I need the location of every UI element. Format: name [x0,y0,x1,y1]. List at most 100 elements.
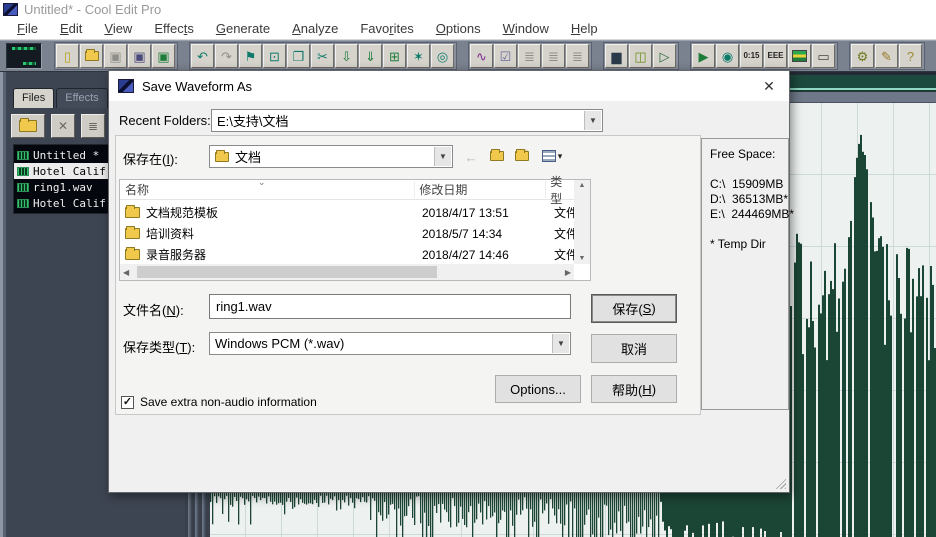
frequency-window-icon[interactable]: EEE [764,44,787,68]
new-file-icon[interactable]: ▯ [56,44,79,68]
menu-file[interactable]: File [6,20,49,37]
menu-view[interactable]: View [93,20,143,37]
play-list-icon[interactable]: ≣ [566,44,589,68]
settings-check-icon[interactable]: ☑ [494,44,517,68]
save-in-label: 保存在(I): [123,149,178,168]
organizer-window-icon[interactable]: ◫ [629,44,652,68]
cue-range-icon[interactable]: ≣ [542,44,565,68]
folder-icon [125,207,140,218]
waveform-thumb-icon [23,62,36,65]
cut-icon[interactable]: ✂ [311,44,334,68]
crop-icon[interactable]: ⊡ [263,44,286,68]
save-button[interactable]: 保存(S) [591,294,677,323]
waveform-file-icon [17,199,29,208]
settings-gear-icon[interactable]: ⚙ [851,44,874,68]
undo-icon[interactable]: ↶ [191,44,214,68]
close-file-button[interactable]: ✕ [51,114,75,138]
options-button[interactable]: Options... [495,375,581,403]
chevron-down-icon[interactable]: ▼ [552,334,569,353]
save-waveform-dialog: Save Waveform As ✕ Recent Folders: E:\支持… [108,70,790,493]
dialog-close-button[interactable]: ✕ [749,71,789,101]
tab-files[interactable]: Files [13,88,54,108]
chevron-down-icon[interactable]: ▼ [434,147,451,166]
folder-row[interactable]: 录音服务器2018/4/27 14:46文件 [120,244,574,265]
play-icon[interactable]: ▶ [692,44,715,68]
chevron-down-icon[interactable]: ▼ [584,111,601,130]
view-toggle-button[interactable] [6,43,42,69]
help-icon[interactable]: ? [899,44,922,68]
folder-listbox[interactable]: ⌄ 名称 修改日期 类型 文档规范模板2018/4/17 13:51文件培训资料… [119,179,591,281]
tab-effects[interactable]: Effects [56,88,107,108]
column-name[interactable]: 名称 [120,181,415,198]
horizontal-scrollbar[interactable]: ◀▶ [120,264,574,280]
menu-analyze[interactable]: Analyze [281,20,349,37]
column-date-modified[interactable]: 修改日期 [415,181,546,198]
temp-dir-note: * Temp Dir [710,237,788,251]
redo-icon[interactable]: ↷ [215,44,238,68]
drive-free-space: D:\ 36513MB* [710,192,788,206]
marker-icon[interactable]: ⚑ [239,44,262,68]
menu-window[interactable]: Window [492,20,560,37]
file-properties-button[interactable]: ≣ [81,114,105,138]
scripts-icon[interactable]: ✎ [875,44,898,68]
waveform-file-icon [17,183,29,192]
time-window-icon[interactable]: 0:15 [740,44,763,68]
window-title: Untitled* - Cool Edit Pro [24,2,161,17]
file-name-input[interactable]: ring1.wav [209,294,571,319]
help-button[interactable]: 帮助(H) [591,375,677,403]
recent-folders-combobox[interactable]: E:\支持\文档 ▼ [211,109,603,132]
playlist-window-icon[interactable]: ▷ [653,44,676,68]
app-logo-icon [3,3,18,16]
zoom-icon[interactable]: ◉ [716,44,739,68]
cancel-button[interactable]: 取消 [591,334,677,363]
up-one-level-icon[interactable]: ⇧ [485,145,507,167]
file-name-label: 文件名(N): [123,300,184,319]
mix-paste-icon[interactable]: ⇓ [359,44,382,68]
dialog-titlebar: Save Waveform As [109,71,789,101]
scroll-right-icon: ▶ [565,268,571,277]
folder-row[interactable]: 培训资料2018/5/7 14:34文件 [120,223,574,244]
save-extra-info-checkbox[interactable]: ✓ Save extra non-audio information [121,395,317,409]
save-type-value: Windows PCM (*.wav) [215,336,344,351]
save-file-icon[interactable]: ▣ [104,44,127,68]
folder-icon [125,228,140,239]
menu-favorites[interactable]: Favorites [349,20,424,37]
cue-list-icon[interactable]: ≣ [518,44,541,68]
folder-row[interactable]: 文档规范模板2018/4/17 13:51文件 [120,202,574,223]
menu-effects[interactable]: Effects [143,20,205,37]
menu-help[interactable]: Help [560,20,609,37]
status-bar-icon[interactable]: ▭ [812,44,835,68]
convert-sample-type-icon[interactable]: ⊞ [383,44,406,68]
save-selection-icon[interactable]: ▣ [152,44,175,68]
save-type-combobox[interactable]: Windows PCM (*.wav) ▼ [209,332,571,355]
save-as-icon[interactable]: ▣ [128,44,151,68]
scrollbar-thumb[interactable] [137,266,437,278]
vertical-scrollbar[interactable]: ▲▼ [574,180,590,264]
menu-options[interactable]: Options [425,20,492,37]
menu-generate[interactable]: Generate [205,20,281,37]
new-folder-icon[interactable]: ✳ [511,145,533,167]
recent-folders-label: Recent Folders: [119,113,211,128]
noise-reduction-icon[interactable]: ✶ [407,44,430,68]
view-menu-icon[interactable]: ▾ [537,145,567,167]
drive-free-space: C:\ 15909MB [710,177,788,191]
folder-icon [215,152,229,162]
checkbox-mark-icon: ✓ [121,396,134,409]
dialog-title: Save Waveform As [142,79,252,94]
open-file-icon[interactable] [80,44,103,68]
copy-icon[interactable]: ❐ [287,44,310,68]
resize-grip[interactable] [773,476,786,489]
free-space-panel: Free Space: C:\ 15909MBD:\ 36513MB*E:\ 2… [701,138,789,410]
window-dark-icon[interactable]: ▆ [605,44,628,68]
save-in-combobox[interactable]: 文档 ▼ [209,145,453,168]
open-file-button[interactable] [11,114,45,138]
scroll-down-icon: ▼ [579,255,586,262]
zoom-selection-icon[interactable]: ◎ [431,44,454,68]
level-meters-icon[interactable] [788,44,811,68]
waveform-edit-icon[interactable]: ∿ [470,44,493,68]
waveform-file-icon [17,167,29,176]
paste-icon[interactable]: ⇩ [335,44,358,68]
window-titlebar: Untitled* - Cool Edit Pro [0,0,936,18]
menu-bar: FileEditViewEffectsGenerateAnalyzeFavori… [0,18,936,40]
menu-edit[interactable]: Edit [49,20,93,37]
